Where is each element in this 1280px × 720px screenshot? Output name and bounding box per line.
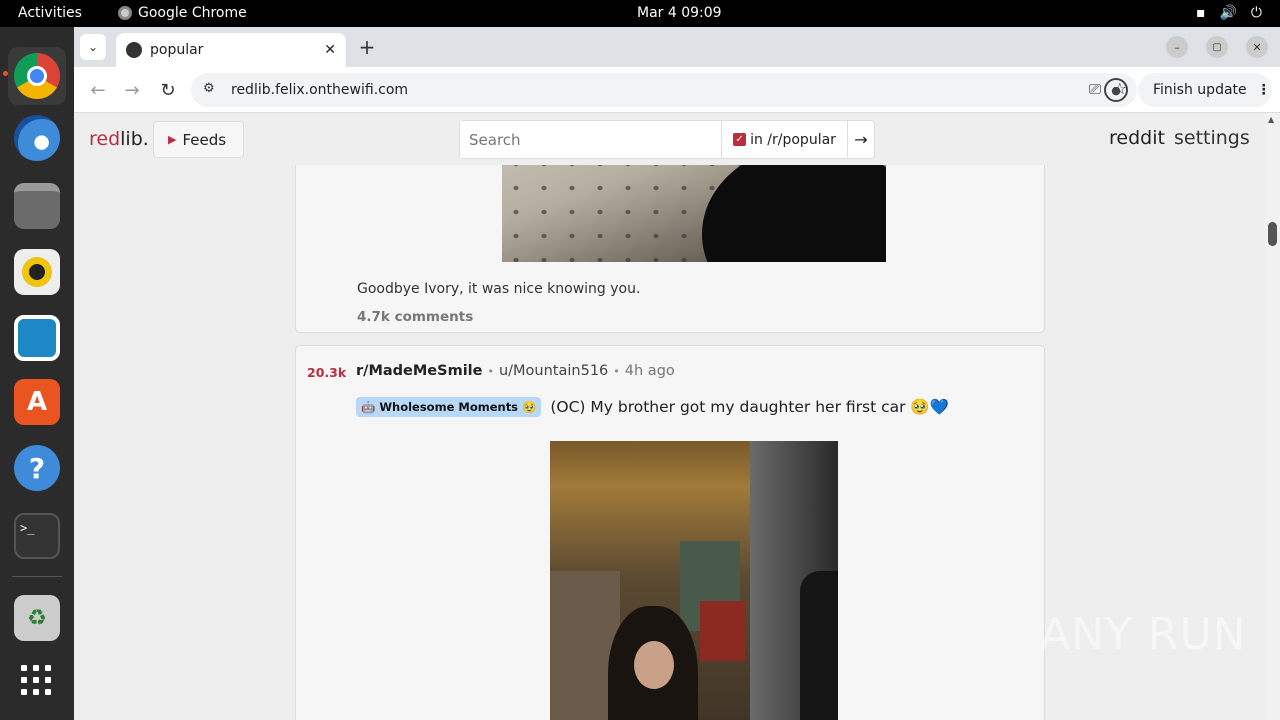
install-app-icon[interactable]: ⎚ <box>1089 80 1101 98</box>
network-icon: ▪ <box>1195 5 1206 21</box>
search-scope-label: in /r/popular <box>750 131 836 148</box>
post-comments-link[interactable]: 4.7k comments <box>357 309 473 325</box>
system-top-bar: Activities Google Chrome Mar 4 09:09 ▪ 🔊… <box>0 0 1280 27</box>
back-icon[interactable]: ← <box>86 78 110 102</box>
tab-strip: ⌄ popular ✕ + – ▢ ✕ <box>74 27 1280 67</box>
trash-icon[interactable]: ♻ <box>14 595 60 641</box>
finish-update-label: Finish update <box>1153 82 1247 98</box>
dock-divider <box>12 576 62 577</box>
flair-label: Wholesome Moments <box>379 400 519 414</box>
search-submit-button[interactable]: → <box>847 121 874 158</box>
dock: A ? >_ ♻ <box>0 27 74 720</box>
show-apps-icon[interactable] <box>14 659 60 705</box>
browser-toolbar: ← → ↻ ⚙ redlib.felix.onthewifi.com ⎚ ☆ ●… <box>74 67 1280 113</box>
post-image[interactable] <box>550 441 838 720</box>
meta-separator: • <box>487 365 494 378</box>
system-tray[interactable]: ▪ 🔊 ⏻ <box>1196 5 1262 21</box>
writer-icon[interactable] <box>14 315 60 361</box>
nav-reddit-link[interactable]: reddit <box>1109 127 1165 149</box>
post-age: 4h ago <box>624 363 675 379</box>
scroll-up-arrow[interactable]: ▲ <box>1268 115 1274 124</box>
feeds-label: Feeds <box>182 130 227 149</box>
post-flair[interactable]: 🤖 Wholesome Moments 🥹 <box>356 397 542 417</box>
more-menu-icon[interactable]: ⋮ <box>1257 82 1271 98</box>
flair-emoji-icon: 🥹 <box>522 400 537 414</box>
post-subreddit-link[interactable]: r/MadeMeSmile <box>356 363 482 379</box>
meta-separator: • <box>613 365 620 378</box>
help-icon[interactable]: ? <box>14 445 60 491</box>
feeds-button[interactable]: ▶ Feeds <box>153 121 244 158</box>
maximize-button[interactable]: ▢ <box>1206 36 1228 58</box>
tab-close-icon[interactable]: ✕ <box>324 42 336 58</box>
volume-icon: 🔊 <box>1219 5 1237 21</box>
activities-button[interactable]: Activities <box>18 5 82 21</box>
forward-icon[interactable]: → <box>120 78 144 102</box>
minimize-button[interactable]: – <box>1166 36 1188 58</box>
thunderbird-icon[interactable] <box>14 115 60 161</box>
checkbox-checked-icon[interactable]: ✓ <box>733 133 747 146</box>
post-author-link[interactable]: u/Mountain516 <box>499 363 608 379</box>
search-input[interactable] <box>460 121 721 158</box>
chrome-icon[interactable] <box>8 47 66 105</box>
redlib-nav: redlib. ▶ Feeds ✓ in /r/popular → reddit… <box>74 113 1265 165</box>
address-bar[interactable]: ⚙ redlib.felix.onthewifi.com ⎚ ☆ <box>191 73 1137 107</box>
reload-icon[interactable]: ↻ <box>156 78 180 102</box>
app-center-icon[interactable]: A <box>14 379 60 425</box>
app-menu[interactable]: Google Chrome <box>118 5 247 21</box>
redlib-favicon <box>126 42 142 58</box>
redlib-logo[interactable]: redlib. <box>89 128 149 150</box>
post-score: 20.3k <box>307 365 347 380</box>
power-icon: ⏻ <box>1250 5 1262 21</box>
tab-title: popular <box>150 42 204 58</box>
finish-update-button[interactable]: Finish update ⋮ <box>1138 73 1272 107</box>
logo-rest: lib. <box>120 128 149 150</box>
play-icon: ▶ <box>168 133 177 146</box>
nav-settings-link[interactable]: settings <box>1174 127 1250 149</box>
profile-icon[interactable]: ● <box>1104 78 1128 102</box>
anyrun-watermark: ANY RUN <box>1040 609 1247 660</box>
url-text: redlib.felix.onthewifi.com <box>231 82 409 98</box>
flair-emoji-icon: 🤖 <box>361 400 376 414</box>
app-name: Google Chrome <box>138 5 247 21</box>
browser-window: ⌄ popular ✕ + – ▢ ✕ ← → ↻ ⚙ redlib.felix… <box>74 27 1280 720</box>
post-card: 20.3k r/MadeMeSmile • u/Mountain516 • 4h… <box>295 345 1045 720</box>
tab-popular[interactable]: popular ✕ <box>116 33 346 67</box>
page-scrollbar[interactable]: ▲ <box>1265 113 1280 720</box>
clock[interactable]: Mar 4 09:09 <box>637 5 722 21</box>
terminal-icon[interactable]: >_ <box>14 513 60 559</box>
redlib-page: Goodbye Ivory, it was nice knowing you. … <box>74 113 1265 720</box>
logo-red-part: red <box>89 128 121 150</box>
tab-search-button[interactable]: ⌄ <box>80 34 106 60</box>
search-form: ✓ in /r/popular → <box>459 120 875 159</box>
chrome-small-icon <box>118 6 132 20</box>
watermark-text: ANY RUN <box>1040 609 1247 660</box>
close-window-button[interactable]: ✕ <box>1246 36 1268 58</box>
files-icon[interactable] <box>14 183 60 229</box>
post-body: Goodbye Ivory, it was nice knowing you. <box>357 281 641 297</box>
post-title[interactable]: (OC) My brother got my daughter her firs… <box>550 398 949 416</box>
search-scope-toggle[interactable]: ✓ in /r/popular <box>721 121 847 158</box>
new-tab-button[interactable]: + <box>356 35 378 59</box>
site-info-icon[interactable]: ⚙ <box>203 81 215 96</box>
rhythmbox-icon[interactable] <box>14 249 60 295</box>
scrollbar-thumb[interactable] <box>1268 222 1277 246</box>
